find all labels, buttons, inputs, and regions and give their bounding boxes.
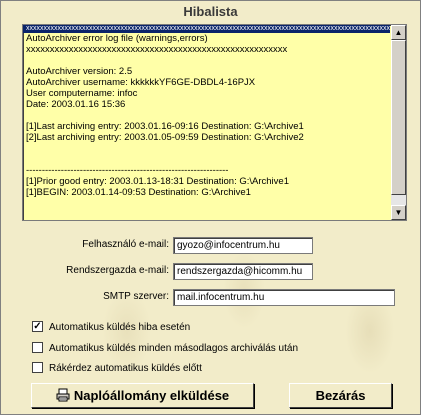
log-line: Date: 2003.01.16 15:36 [26,99,126,110]
scrollbar-thumb[interactable] [391,40,406,195]
log-line: [1]Last archiving entry: 2003.01.16-09:1… [26,121,304,132]
arrow-down-icon[interactable]: ▼ [391,205,406,220]
log-line: [1]Prior good entry: 2003.01.13-18:31 De… [26,176,289,187]
option-label: Automatikus küldés hiba esetén [49,322,191,333]
error-log-text[interactable]: xxxxxxxxxxxxxxxxxxxxxxxxxxxxxxxxxxxxxxxx… [23,25,390,220]
log-line: xxxxxxxxxxxxxxxxxxxxxxxxxxxxxxxxxxxxxxxx… [26,44,288,55]
log-line: AutoArchiver username: kkkkkkYF6GE-DBDL4… [26,77,256,88]
error-log-box[interactable]: xxxxxxxxxxxxxxxxxxxxxxxxxxxxxxxxxxxxxxxx… [22,24,407,221]
checkbox-auto-send-on-error[interactable]: ✓ [32,321,43,332]
admin-email-field[interactable]: rendszergazda@hicomm.hu [173,263,313,280]
option-label: Automatikus küldés minden másodlagos arc… [49,343,299,354]
close-button[interactable]: Bezárás [289,383,392,408]
printer-icon [56,388,70,402]
log-line: User computername: infoc [26,88,138,99]
log-line: xxxxxxxxxxxxxxxxxxxxxxxxxxxxxxxxxxxxxxxx… [23,25,390,33]
log-line: AutoArchiver version: 2.5 [26,66,133,77]
admin-email-label: Rendszergazda e-mail: [66,265,169,276]
log-line: [1]BEGIN: 2003.01.14-09:53 Destination: … [26,187,251,198]
user-email-field[interactable]: gyozo@infocentrum.hu [173,237,313,254]
option-label: Rákérdez automatikus küldés előtt [49,363,202,374]
send-log-button-label: Naplóállomány elküldése [73,388,230,403]
send-log-button[interactable]: Naplóállomány elküldése [31,383,254,408]
window-title: Hibalista [183,4,238,19]
smtp-server-field[interactable]: mail.infocentrum.hu [173,289,395,306]
log-line: [2]Last archiving entry: 2003.01.05-09:5… [26,132,304,143]
checkmark-icon: ✓ [33,321,42,332]
close-button-label: Bezárás [315,388,366,403]
log-line: AutoArchiver error log file (warnings,er… [26,33,208,44]
log-scrollbar[interactable]: ▲ ▼ [391,25,406,220]
user-email-label: Felhasználó e-mail: [82,239,169,250]
hibalista-window: Hibalista xxxxxxxxxxxxxxxxxxxxxxxxxxxxxx… [0,0,421,415]
arrow-up-icon[interactable]: ▲ [391,25,406,40]
checkbox-ask-before-auto-send[interactable] [32,362,43,373]
log-line: ----------------------------------------… [26,165,229,176]
checkbox-auto-send-after-secondary-archive[interactable] [32,342,43,353]
smtp-server-label: SMTP szerver: [103,291,169,302]
